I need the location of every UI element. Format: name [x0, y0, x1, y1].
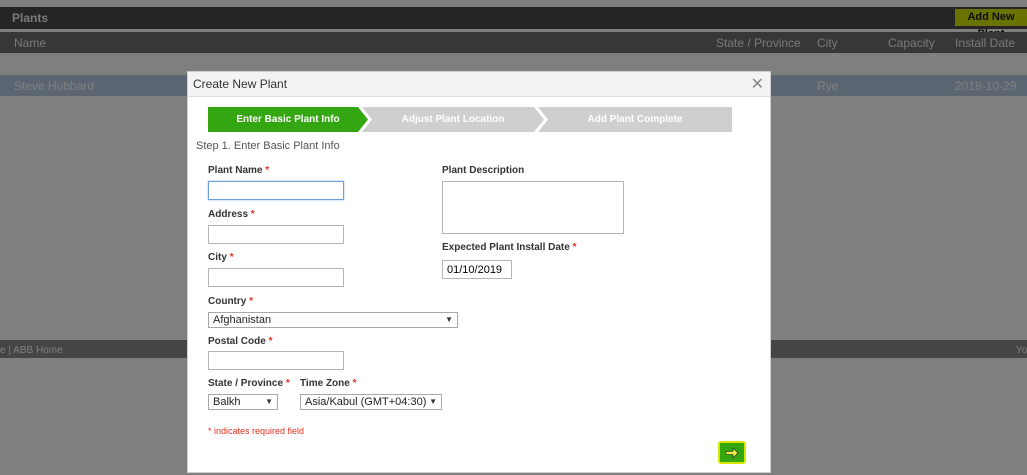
step-caption: Step 1. Enter Basic Plant Info	[196, 140, 340, 152]
required-marker: *	[285, 378, 290, 389]
postal-code-input[interactable]	[208, 351, 344, 370]
required-marker: *	[265, 165, 270, 176]
required-marker: *	[249, 296, 254, 307]
step-adjust-location[interactable]: Adjust Plant Location	[362, 107, 544, 132]
dialog-header: Create New Plant ✕	[188, 72, 770, 97]
install-date-input[interactable]	[442, 260, 512, 279]
plant-name-label: Plant Name *	[208, 165, 269, 176]
plant-name-label-text: Plant Name	[208, 165, 263, 176]
required-marker: *	[352, 378, 357, 389]
description-textarea[interactable]	[442, 181, 624, 234]
wizard-steps: Enter Basic Plant Info Adjust Plant Loca…	[208, 107, 732, 132]
required-marker: *	[572, 242, 577, 253]
install-date-label-text: Expected Plant Install Date	[442, 242, 570, 253]
address-input[interactable]	[208, 225, 344, 244]
chevron-down-icon: ▼	[429, 397, 437, 406]
state-label: State / Province *	[208, 378, 290, 389]
city-input[interactable]	[208, 268, 344, 287]
address-label: Address *	[208, 209, 255, 220]
chevron-down-icon: ▼	[265, 397, 273, 406]
arrow-right-icon	[725, 447, 739, 459]
city-label: City *	[208, 252, 234, 263]
required-marker: *	[229, 252, 234, 263]
next-button[interactable]	[718, 441, 746, 464]
time-zone-select[interactable]: Asia/Kabul (GMT+04:30) ▼	[300, 394, 442, 410]
country-label-text: Country	[208, 296, 247, 307]
time-zone-label-text: Time Zone	[300, 378, 350, 389]
dialog-title: Create New Plant	[193, 77, 288, 91]
time-zone-select-value: Asia/Kabul (GMT+04:30)	[305, 396, 427, 408]
time-zone-label: Time Zone *	[300, 378, 357, 389]
country-select-value: Afghanistan	[213, 314, 272, 326]
state-select[interactable]: Balkh ▼	[208, 394, 278, 410]
step-basic-info[interactable]: Enter Basic Plant Info	[208, 107, 368, 132]
address-label-text: Address	[208, 209, 249, 220]
country-select[interactable]: Afghanistan ▼	[208, 312, 458, 328]
required-marker: *	[250, 209, 255, 220]
city-label-text: City	[208, 252, 227, 263]
step-complete[interactable]: Add Plant Complete	[538, 107, 732, 132]
state-label-text: State / Province	[208, 378, 284, 389]
close-icon[interactable]: ✕	[751, 74, 764, 94]
postal-code-label: Postal Code *	[208, 336, 272, 347]
state-select-value: Balkh	[213, 396, 241, 408]
description-label: Plant Description	[442, 165, 525, 176]
country-label: Country *	[208, 296, 253, 307]
required-note: * indicates required field	[208, 426, 305, 436]
install-date-label: Expected Plant Install Date *	[442, 242, 577, 253]
postal-code-label-text: Postal Code	[208, 336, 266, 347]
create-plant-dialog: Create New Plant ✕ Enter Basic Plant Inf…	[187, 71, 771, 473]
required-marker: *	[268, 336, 273, 347]
plant-name-input[interactable]	[208, 181, 344, 200]
chevron-down-icon: ▼	[445, 315, 453, 324]
